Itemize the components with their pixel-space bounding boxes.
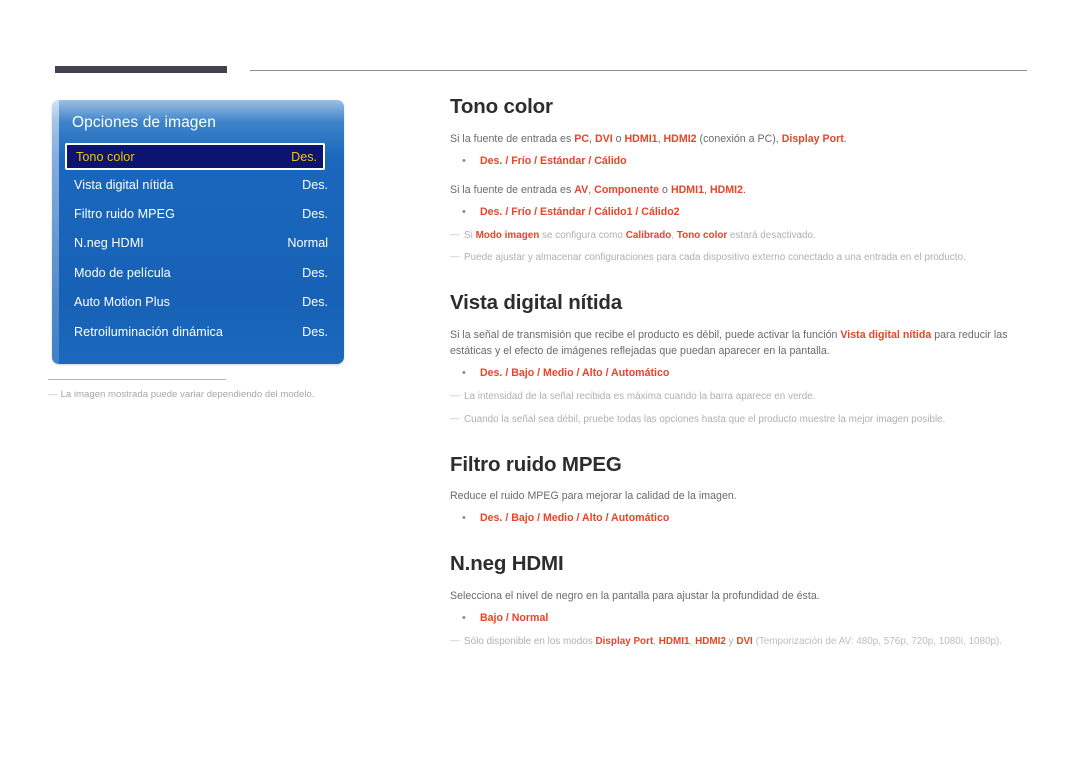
section-note: Si Modo imagen se configura como Calibra… <box>450 228 1030 244</box>
keyword-dvi: DVI <box>736 635 753 647</box>
keyword-vista-digital-nitida: Vista digital nítida <box>840 328 932 341</box>
keyword-display-port: Display Port <box>781 132 844 145</box>
osd-item-value: Des. <box>302 295 328 310</box>
section-note: Puede ajustar y almacenar configuracione… <box>450 250 1030 266</box>
osd-item-value: Des. <box>302 265 328 280</box>
text-run: Sólo disponible en los modos <box>464 635 596 647</box>
section-heading: N.neg HDMI <box>450 552 564 576</box>
section-paragraph: Si la fuente de entrada es AV, Component… <box>450 182 1030 198</box>
osd-item-value: Normal <box>287 236 328 251</box>
keyword-display-port: Display Port <box>595 635 654 647</box>
text-run: (conexión a PC), <box>696 132 782 145</box>
image-note: ― La imagen mostrada puede variar dependi… <box>48 389 348 400</box>
section-heading: Tono color <box>450 95 553 118</box>
osd-menu-item-vista-digital-nitida[interactable]: Vista digital nítida Des. <box>52 170 344 199</box>
text-run: Si la señal de transmisión que recibe el… <box>450 328 841 341</box>
osd-panel: Opciones de imagen Tono color Des. Vista… <box>52 100 344 364</box>
osd-item-value: Des. <box>302 207 328 222</box>
text-run: o <box>659 183 671 196</box>
manual-content: Tono color Si la fuente de entrada es PC… <box>450 95 1030 650</box>
keyword-hdmi2: HDMI2 <box>695 635 726 647</box>
text-run: . <box>743 183 746 196</box>
osd-illustration: Opciones de imagen Tono color Des. Vista… <box>52 100 344 364</box>
osd-menu-item-nneg-hdmi[interactable]: N.neg HDMI Normal <box>52 229 344 258</box>
text-run: o <box>612 132 625 145</box>
header-rule-line <box>250 70 1027 71</box>
section-nneg-hdmi: N.neg HDMI Selecciona el nivel de negro … <box>450 553 1030 649</box>
osd-item-label: Tono color <box>76 149 135 164</box>
osd-item-value: Des. <box>302 324 328 339</box>
osd-menu-item-auto-motion-plus[interactable]: Auto Motion Plus Des. <box>52 288 344 317</box>
option-list: Bajo / Normal <box>450 610 1030 627</box>
osd-item-value: Des. <box>302 177 328 192</box>
text-run: y <box>725 635 737 647</box>
section-note: Sólo disponible en los modos Display Por… <box>450 634 1030 650</box>
text-run: Si la fuente de entrada es <box>450 183 575 196</box>
keyword-hdmi1: HDMI1 <box>670 183 704 196</box>
keyword-calibrado: Calibrado <box>625 229 672 241</box>
osd-item-label: Retroiluminación dinámica <box>74 324 223 339</box>
text-run: se configura como <box>539 229 626 241</box>
image-note-text: La imagen mostrada puede variar dependie… <box>60 389 315 400</box>
option-list: Des. / Frío / Estándar / Cálido <box>450 153 1030 170</box>
osd-item-label: N.neg HDMI <box>74 236 144 251</box>
section-paragraph: Reduce el ruido MPEG para mejorar la cal… <box>450 490 737 503</box>
section-filtro-ruido-mpeg: Filtro ruido MPEG Reduce el ruido MPEG p… <box>450 452 1030 528</box>
text-run: Si la fuente de entrada es <box>450 132 575 145</box>
text-run: estará desactivado. <box>727 229 816 241</box>
section-paragraph: Si la fuente de entrada es PC, DVI o HDM… <box>450 131 1030 147</box>
osd-item-label: Vista digital nítida <box>74 177 174 192</box>
section-paragraph: Selecciona el nivel de negro en la panta… <box>450 589 820 602</box>
keyword-hdmi1: HDMI1 <box>624 132 658 145</box>
section-note: Cuando la señal sea débil, pruebe todas … <box>450 412 1030 428</box>
keyword-hdmi2: HDMI2 <box>663 132 697 145</box>
section-note: La intensidad de la señal recibida es má… <box>450 389 1030 405</box>
keyword-av: AV <box>574 183 589 196</box>
header-rule-accent <box>55 66 227 73</box>
section-vista-digital-nitida: Vista digital nítida Si la señal de tran… <box>450 292 1030 427</box>
option-list: Des. / Bajo / Medio / Alto / Automático <box>450 365 1030 382</box>
keyword-componente: Componente <box>594 183 660 196</box>
section-tono-color: Tono color Si la fuente de entrada es PC… <box>450 95 1030 266</box>
osd-menu-list: Tono color Des. Vista digital nítida Des… <box>52 143 344 346</box>
keyword-tono-color: Tono color <box>676 229 728 241</box>
keyword-dvi: DVI <box>594 132 613 145</box>
osd-item-label: Filtro ruido MPEG <box>74 207 175 222</box>
osd-item-value: Des. <box>291 149 317 164</box>
osd-menu-item-retroiluminacion-dinamica[interactable]: Retroiluminación dinámica Des. <box>52 317 344 346</box>
section-heading: Filtro ruido MPEG <box>450 452 622 476</box>
osd-item-label: Auto Motion Plus <box>74 295 171 310</box>
osd-menu-item-filtro-ruido-mpeg[interactable]: Filtro ruido MPEG Des. <box>52 199 344 228</box>
section-heading: Vista digital nítida <box>450 291 623 315</box>
osd-menu-item-tono-color[interactable]: Tono color Des. <box>65 143 325 170</box>
option-list: Des. / Frío / Estándar / Cálido1 / Cálid… <box>450 204 1030 221</box>
keyword-hdmi2: HDMI2 <box>709 183 743 196</box>
section-paragraph: Si la señal de transmisión que recibe el… <box>450 327 1030 359</box>
osd-panel-title: Opciones de imagen <box>72 114 216 131</box>
keyword-hdmi1: HDMI1 <box>658 635 690 647</box>
image-note-divider <box>48 379 226 380</box>
osd-item-label: Modo de película <box>74 265 171 280</box>
note-dash-icon: ― <box>48 389 58 400</box>
text-run: . <box>843 132 847 145</box>
text-run: (Temporización de AV: 480p, 576p, 720p, … <box>752 635 1003 647</box>
keyword-modo-imagen: Modo imagen <box>475 229 540 241</box>
text-run: Si <box>464 229 476 241</box>
keyword-pc: PC <box>574 132 589 145</box>
osd-menu-item-modo-de-pelicula[interactable]: Modo de película Des. <box>52 258 344 287</box>
option-list: Des. / Bajo / Medio / Alto / Automático <box>450 510 1030 527</box>
